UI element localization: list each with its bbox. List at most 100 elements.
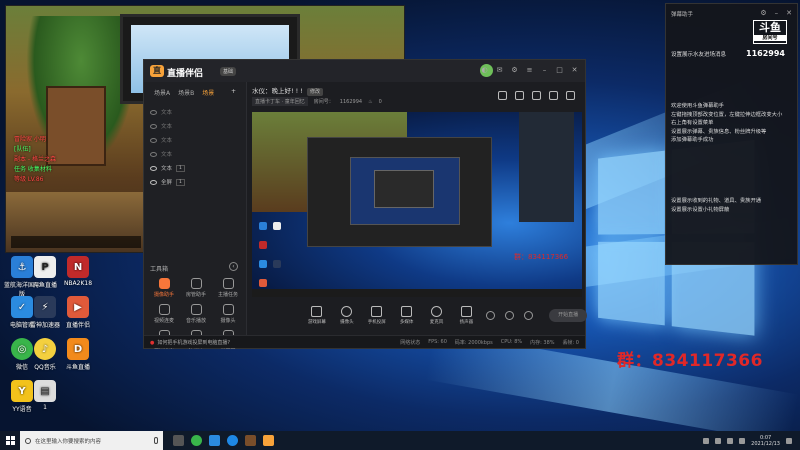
game-icon[interactable] xyxy=(245,435,256,446)
status-stat: 丢帧: 0 xyxy=(562,340,579,346)
mic-icon[interactable] xyxy=(154,437,158,444)
tool-icon xyxy=(158,278,170,289)
eye-icon[interactable] xyxy=(150,179,157,185)
share-icon[interactable] xyxy=(532,91,541,100)
maximize-icon[interactable]: □ xyxy=(555,66,564,75)
minimize-icon[interactable]: – xyxy=(775,9,779,17)
tool-item[interactable]: 视频连麦 xyxy=(148,304,180,324)
app-logo-icon: 直 xyxy=(150,65,164,77)
windows-icon xyxy=(5,436,15,445)
status-hint-link[interactable]: 如何把手机游戏投屏到电脑直播? xyxy=(150,339,230,346)
bell-icon[interactable] xyxy=(549,91,558,100)
mic-button[interactable]: 麦克风 xyxy=(427,305,447,325)
source-row[interactable]: 文本 1 xyxy=(150,161,240,175)
start-live-button[interactable]: 开始直播 xyxy=(549,308,587,322)
add-scene-icon[interactable]: + xyxy=(231,88,236,97)
camera-button[interactable]: 摄像头 xyxy=(337,305,357,325)
edit-title-button[interactable]: 修改 xyxy=(306,88,323,96)
settings-icon[interactable]: ⚙ xyxy=(760,9,766,17)
status-stat: 网络状态 xyxy=(400,340,421,346)
tool-item[interactable]: 摄像头 xyxy=(212,304,244,324)
record-video-icon[interactable] xyxy=(486,310,496,320)
status-stat: CPU: 8% xyxy=(500,339,523,345)
status-bar: 如何把手机游戏投屏到电脑直播? 网络状态 FPS: 60 码率: 2000kbp… xyxy=(144,335,585,348)
tool-item[interactable]: 摄像助手 xyxy=(148,278,180,298)
taskbar-search[interactable]: 在这里输入你要搜索的内容 xyxy=(20,431,163,450)
desktop-icon[interactable]: D 斗鱼直播 xyxy=(58,338,98,371)
clock[interactable]: 0:07 2021/12/13 xyxy=(751,435,780,447)
stream-title-row: 水仪：晚上好! ! ! 修改 xyxy=(252,85,323,96)
eye-icon[interactable] xyxy=(150,109,157,115)
camera-icon[interactable] xyxy=(498,91,507,100)
start-button[interactable] xyxy=(0,431,20,450)
minimize-icon[interactable]: – xyxy=(540,66,549,75)
tab-scene-c[interactable]: 场景 xyxy=(202,88,214,97)
tool-item[interactable]: 音乐播放 xyxy=(180,304,212,324)
douyu-live-icon: D xyxy=(67,338,89,360)
rec-icon[interactable] xyxy=(505,310,515,320)
close-icon[interactable]: ✕ xyxy=(786,9,792,17)
record-icon[interactable] xyxy=(515,91,524,100)
tray-icon[interactable] xyxy=(703,437,710,444)
eye-icon[interactable] xyxy=(150,151,157,157)
tab-scene-a[interactable]: 场景A xyxy=(154,88,170,97)
eye-icon[interactable] xyxy=(150,137,157,143)
settings-icon[interactable]: ⚙ xyxy=(510,66,519,75)
desktop-icon[interactable]: ▤ 1 xyxy=(25,380,65,411)
scene-panel: 场景A 场景B 场景 + 文本 文本 文本 文本 文本 1 全屏 1 工具箱 ‹ 摄… xyxy=(144,82,247,350)
search-input[interactable]: 在这里输入你要搜索的内容 xyxy=(35,437,101,445)
app-badge: 基础 xyxy=(220,67,237,76)
tool-icon xyxy=(222,278,234,289)
danmu-assistant-panel[interactable]: 弹幕助手 ⚙ – ✕ 斗鱼 房间号 1162994 设置展示水友进场消息 欢迎使… xyxy=(665,3,798,265)
wechat-icon[interactable] xyxy=(191,435,202,446)
notification-icon[interactable] xyxy=(786,437,792,444)
source-row[interactable]: 文本 xyxy=(150,147,240,161)
live-app-icon[interactable] xyxy=(263,435,274,446)
viewer-icon: ♨ xyxy=(368,98,373,105)
tool-icon xyxy=(190,304,202,315)
game-hud-text: 冒险家 小明 xyxy=(14,136,46,143)
preview-side-panel xyxy=(519,112,574,222)
shield-icon[interactable] xyxy=(209,435,220,446)
speaker-icon xyxy=(460,305,472,317)
system-tray: 0:07 2021/12/13 xyxy=(703,435,800,447)
source-row[interactable]: 文本 xyxy=(150,133,240,147)
skin-icon[interactable]: ◐ xyxy=(480,66,489,75)
douyu-logo: 斗鱼 房间号 xyxy=(753,20,787,44)
tool-item[interactable]: 房管助手 xyxy=(180,278,212,298)
tab-scene-b[interactable]: 场景B xyxy=(178,88,194,97)
gear-icon[interactable] xyxy=(524,310,534,320)
link-icon[interactable] xyxy=(566,91,575,100)
desktop-icon[interactable]: N NBA2K18 xyxy=(58,256,98,287)
network-icon[interactable] xyxy=(715,437,722,444)
room-category[interactable]: 直播卡丁车 · 童年回忆 xyxy=(252,97,308,106)
eye-icon[interactable] xyxy=(150,165,157,171)
speaker-button[interactable]: 扬声器 xyxy=(456,305,476,325)
close-icon[interactable]: ✕ xyxy=(570,66,579,75)
volume-icon[interactable] xyxy=(727,437,734,444)
source-row[interactable]: 文本 xyxy=(150,119,240,133)
source-row[interactable]: 全屏 1 xyxy=(150,175,240,189)
task-view-icon[interactable] xyxy=(173,435,184,446)
preview-nested-window xyxy=(374,170,434,208)
ime-icon[interactable] xyxy=(739,437,746,444)
game-screen-button[interactable]: 游戏屏幕 xyxy=(307,305,327,325)
streaming-app-window[interactable]: 直 直播伴侣 基础 ◐ ✉ ⚙ ≡ – □ ✕ 场景A 场景B 场景 + 文本 … xyxy=(143,59,587,350)
phone-cast-button[interactable]: 手机投屏 xyxy=(367,305,387,325)
browser-icon[interactable] xyxy=(227,435,238,446)
taskbar: 在这里输入你要搜索的内容 0:07 2021/12/13 xyxy=(0,431,800,450)
desktop-icon[interactable]: ▶ 直播伴侣 xyxy=(58,296,98,329)
tool-item[interactable]: 主播任务 xyxy=(212,278,244,298)
menu-icon[interactable]: ≡ xyxy=(525,66,534,75)
collapse-icon[interactable]: ‹ xyxy=(229,262,238,271)
media-button[interactable]: 多媒体 xyxy=(397,305,417,325)
source-row[interactable]: 文本 xyxy=(150,105,240,119)
preview-desktop-icons xyxy=(256,217,286,297)
game-chat-bar[interactable] xyxy=(11,236,141,248)
app-titlebar[interactable]: 直 直播伴侣 基础 ◐ ✉ ⚙ ≡ – □ ✕ xyxy=(144,60,585,82)
message-icon[interactable]: ✉ xyxy=(495,66,504,75)
eye-icon[interactable] xyxy=(150,123,157,129)
stream-preview[interactable]: 群：834117366 xyxy=(252,112,582,297)
nba-icon: N xyxy=(67,256,89,278)
app-name: 直播伴侣 xyxy=(167,69,204,79)
